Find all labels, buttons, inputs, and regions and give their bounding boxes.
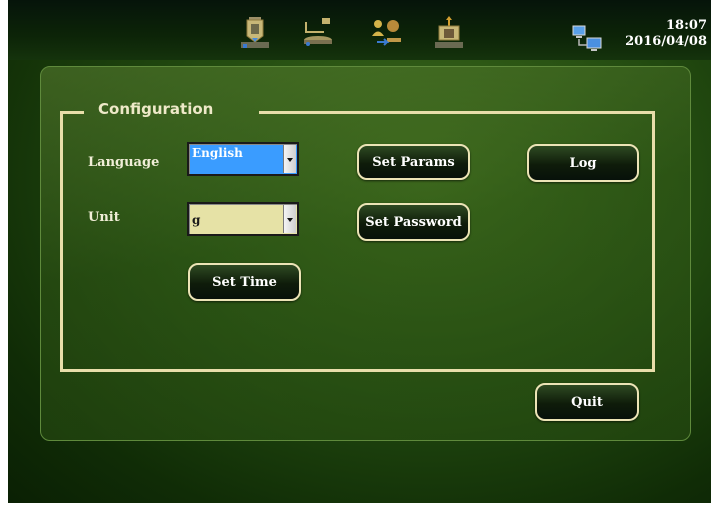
tank-inlet-icon[interactable] bbox=[431, 14, 467, 50]
set-password-button[interactable]: Set Password bbox=[357, 203, 470, 241]
unit-value: g bbox=[192, 213, 201, 227]
log-button[interactable]: Log bbox=[527, 144, 639, 182]
network-computers-icon bbox=[572, 25, 602, 51]
clock-time: 18:07 bbox=[666, 18, 707, 33]
clock-date: 2016/04/08 bbox=[625, 34, 707, 49]
unit-label: Unit bbox=[88, 210, 120, 225]
configuration-title: Configuration bbox=[98, 100, 214, 118]
tank-outlet-icon[interactable] bbox=[237, 14, 273, 50]
language-value: English bbox=[192, 146, 243, 160]
conveyor-weighing-icon[interactable] bbox=[300, 14, 336, 50]
workers-batch-icon[interactable] bbox=[369, 14, 405, 50]
language-select[interactable]: English bbox=[187, 142, 299, 176]
top-bar: 18:07 2016/04/08 bbox=[8, 0, 711, 60]
unit-select[interactable]: g bbox=[187, 202, 299, 236]
frame-top-right-edge bbox=[259, 111, 652, 114]
language-label: Language bbox=[88, 155, 160, 170]
chevron-down-icon[interactable] bbox=[283, 205, 296, 233]
set-params-button[interactable]: Set Params bbox=[357, 144, 470, 180]
quit-button[interactable]: Quit bbox=[535, 383, 639, 421]
clock: 18:07 2016/04/08 bbox=[625, 18, 707, 50]
chevron-down-icon[interactable] bbox=[283, 145, 296, 173]
set-time-button[interactable]: Set Time bbox=[188, 263, 301, 301]
frame-top-left-edge bbox=[60, 111, 84, 114]
